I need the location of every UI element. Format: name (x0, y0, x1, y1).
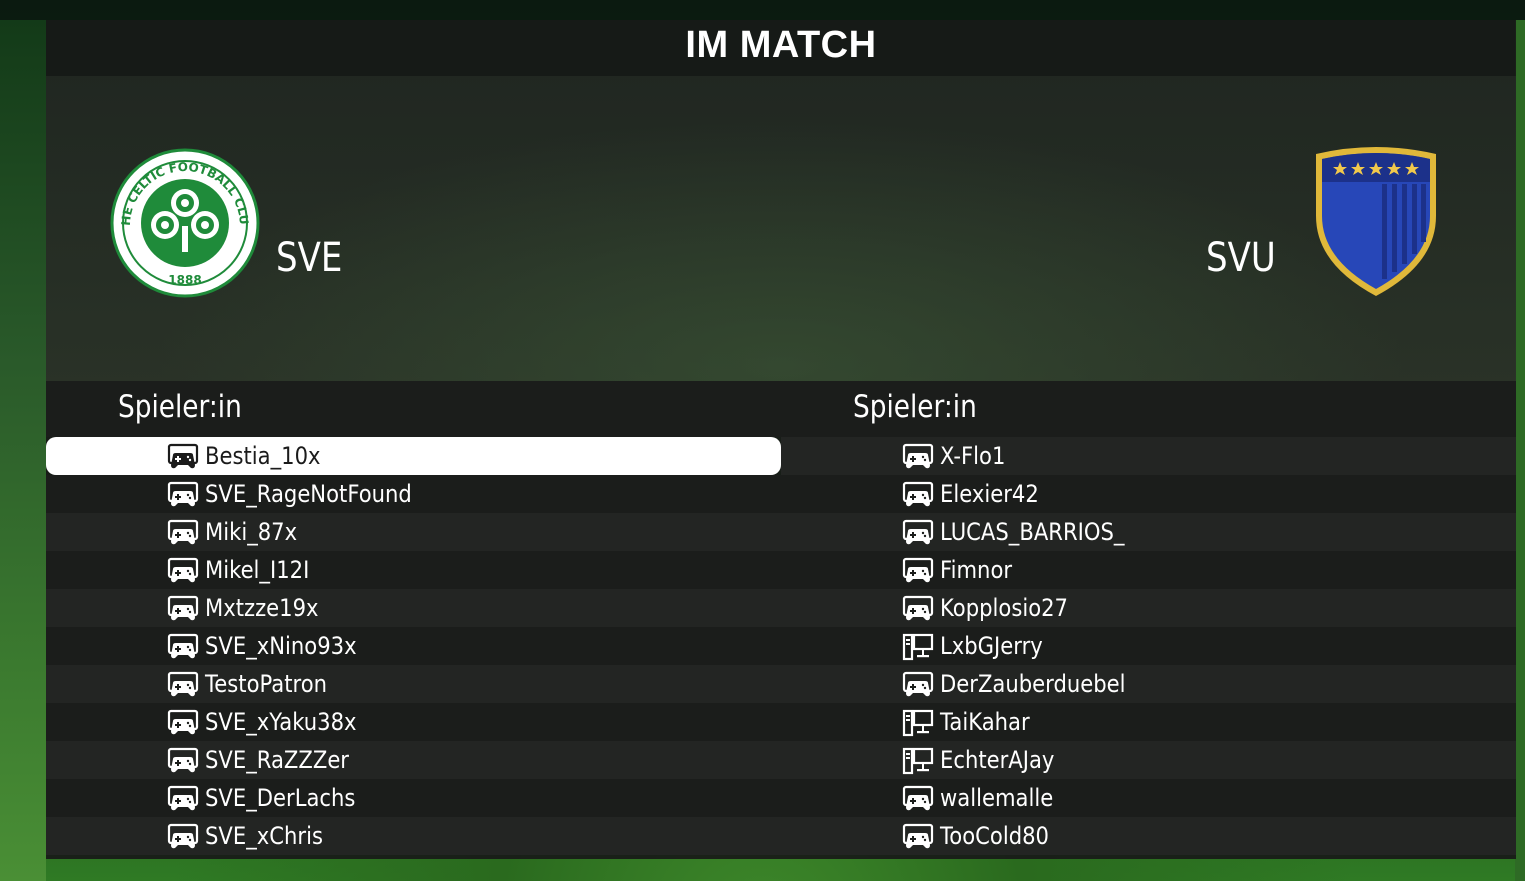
player-name: SVE_xYaku38x (205, 708, 357, 736)
blue-shield-crest-icon (1310, 146, 1442, 300)
console-icon (167, 557, 199, 585)
player-name: Bestia_10x (205, 442, 321, 470)
player-name: TestoPatron (205, 670, 328, 698)
player-name: wallemalle (940, 784, 1054, 812)
console-icon (167, 443, 199, 471)
console-icon (167, 671, 199, 699)
console-icon (167, 595, 199, 623)
player-row[interactable]: SVE_RaZZZer (46, 741, 781, 779)
away-team-name: SVU (1206, 235, 1276, 281)
player-name: TooCold80 (940, 822, 1049, 850)
console-icon (167, 481, 199, 509)
player-row[interactable]: Fimnor (781, 551, 1516, 589)
player-name: DerZauberduebel (940, 670, 1126, 698)
console-icon (902, 595, 934, 623)
console-icon (167, 747, 199, 775)
console-icon (167, 709, 199, 737)
player-row[interactable]: TestoPatron (46, 665, 781, 703)
console-icon (167, 633, 199, 661)
home-player-list: Bestia_10x SVE_RageNotFound Miki_87x Mik… (46, 437, 781, 855)
player-list-headers: Spieler:in Spieler:in (46, 381, 1516, 437)
player-row[interactable]: TooCold80 (781, 817, 1516, 855)
player-name: Miki_87x (205, 518, 298, 546)
player-row[interactable]: Mxtzze19x (46, 589, 781, 627)
player-row[interactable]: Kopplosio27 (781, 589, 1516, 627)
player-name: EchterAJay (940, 746, 1055, 774)
player-name: Elexier42 (940, 480, 1039, 508)
console-icon (902, 671, 934, 699)
console-icon (902, 443, 934, 471)
player-row[interactable]: SVE_DerLachs (46, 779, 781, 817)
player-row[interactable]: Miki_87x (46, 513, 781, 551)
player-name: Mxtzze19x (205, 594, 319, 622)
player-row[interactable]: SVE_xChris (46, 817, 781, 855)
player-row[interactable]: SVE_RageNotFound (46, 475, 781, 513)
console-icon (902, 557, 934, 585)
player-name: TaiKahar (940, 708, 1030, 736)
home-team-name: SVE (276, 235, 343, 281)
match-panel: IM MATCH HE CELTIC FOOTBALL CLU 1888 SVE… (46, 20, 1516, 859)
player-name: SVE_RageNotFound (205, 480, 412, 508)
player-row[interactable]: EchterAJay (781, 741, 1516, 779)
page-title: IM MATCH (685, 24, 877, 66)
player-name: SVE_xChris (205, 822, 323, 850)
away-players-header: Spieler:in (853, 389, 977, 425)
player-row[interactable]: SVE_xYaku38x (46, 703, 781, 741)
away-player-list: X-Flo1 Elexier42 LUCAS_BARRIOS_ Fimnor K… (781, 437, 1516, 855)
player-name: Mikel_I12I (205, 556, 310, 584)
player-row[interactable]: wallemalle (781, 779, 1516, 817)
player-row[interactable]: LUCAS_BARRIOS_ (781, 513, 1516, 551)
pc-icon (902, 633, 934, 661)
player-name: LUCAS_BARRIOS_ (940, 518, 1125, 546)
player-row[interactable]: Mikel_I12I (46, 551, 781, 589)
player-name: Kopplosio27 (940, 594, 1068, 622)
pc-icon (902, 709, 934, 737)
console-icon (167, 785, 199, 813)
player-name: SVE_xNino93x (205, 632, 357, 660)
console-icon (902, 785, 934, 813)
console-icon (167, 519, 199, 547)
player-name: SVE_RaZZZer (205, 746, 350, 774)
teams-banner (46, 76, 1516, 381)
console-icon (167, 823, 199, 851)
player-row[interactable]: SVE_xNino93x (46, 627, 781, 665)
player-name: X-Flo1 (940, 442, 1006, 470)
player-name: LxbGJerry (940, 632, 1043, 660)
console-icon (902, 823, 934, 851)
player-row[interactable]: TaiKahar (781, 703, 1516, 741)
svg-text:1888: 1888 (168, 273, 201, 287)
player-row[interactable]: X-Flo1 (781, 437, 1516, 475)
pc-icon (902, 747, 934, 775)
console-icon (902, 481, 934, 509)
player-name: Fimnor (940, 556, 1013, 584)
player-name: SVE_DerLachs (205, 784, 356, 812)
player-row[interactable]: Elexier42 (781, 475, 1516, 513)
home-players-header: Spieler:in (118, 389, 242, 425)
console-icon (902, 519, 934, 547)
player-row[interactable]: LxbGJerry (781, 627, 1516, 665)
player-row[interactable]: Bestia_10x (46, 437, 781, 475)
player-row[interactable]: DerZauberduebel (781, 665, 1516, 703)
celtic-crest-icon: THE CELTIC FOOTBALL CLUB 1888 (105, 137, 260, 298)
